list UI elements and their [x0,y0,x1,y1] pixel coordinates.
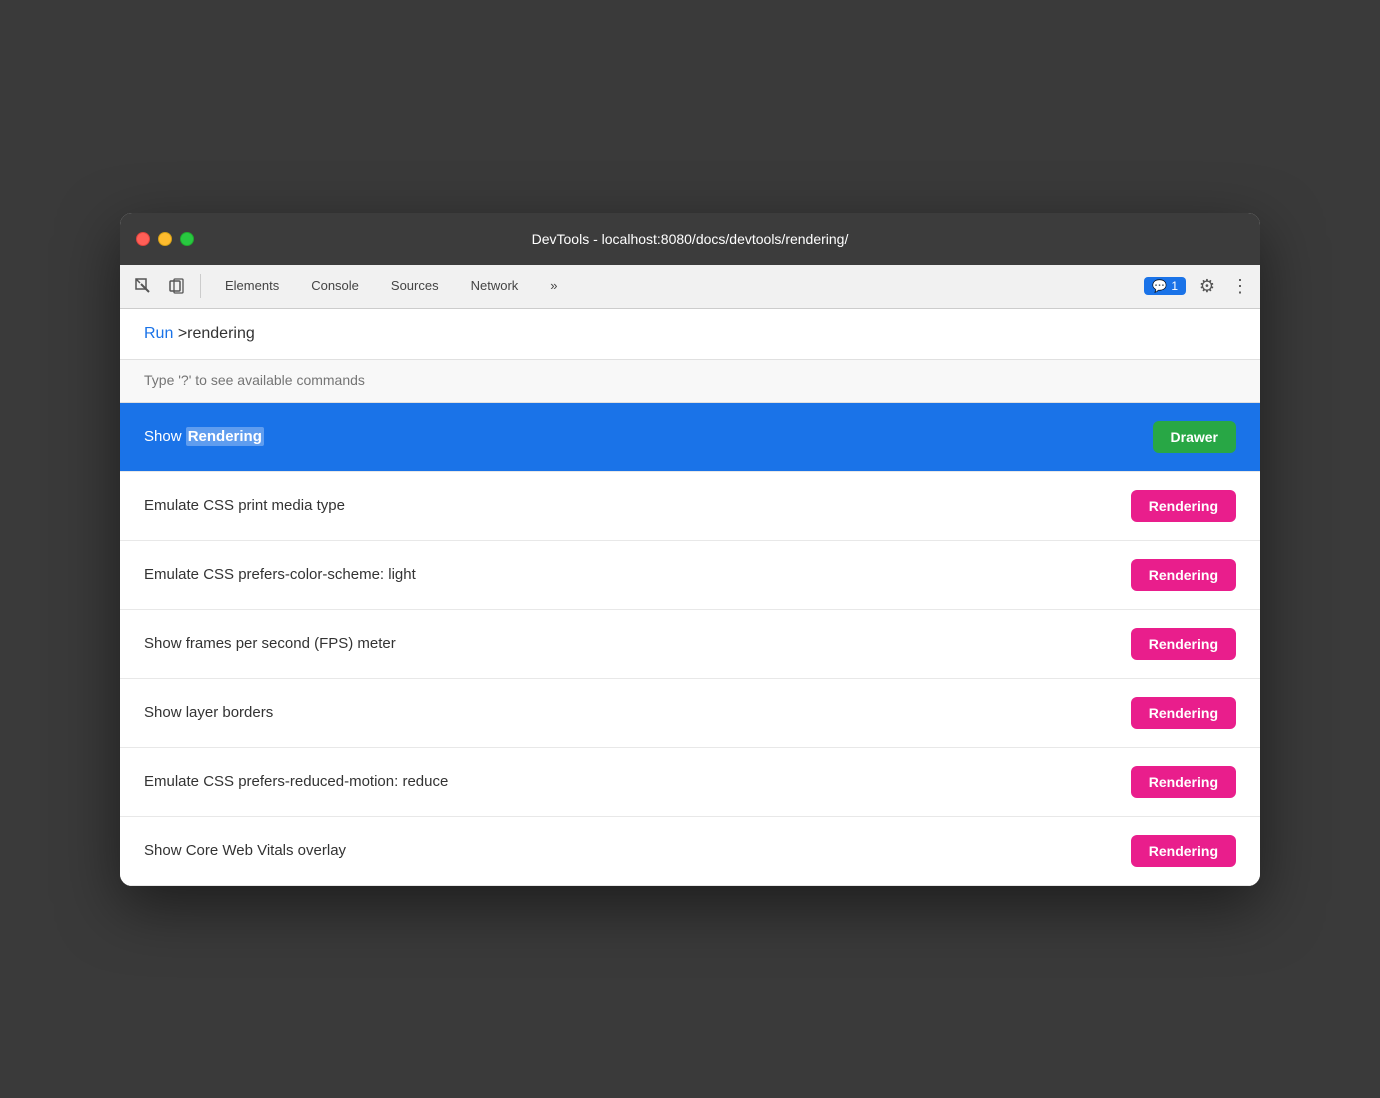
inspect-icon [135,278,151,294]
tab-console[interactable]: Console [295,264,375,308]
more-options-button[interactable]: ⋮ [1228,271,1252,301]
notification-badge[interactable]: 💬 1 [1144,277,1186,295]
command-item-layer-borders[interactable]: Show layer borders Rendering [120,679,1260,748]
notification-icon: 💬 [1152,279,1167,293]
window-title: DevTools - localhost:8080/docs/devtools/… [532,231,849,247]
settings-icon: ⚙ [1199,276,1215,297]
command-item-core-web-vitals[interactable]: Show Core Web Vitals overlay Rendering [120,817,1260,886]
tab-elements[interactable]: Elements [209,264,295,308]
command-item-show-rendering[interactable]: Show Rendering Drawer [120,403,1260,472]
toolbar-separator-1 [200,274,201,298]
device-icon [169,278,185,294]
tag-rendering-button-3[interactable]: Rendering [1131,628,1236,660]
command-list: Show Rendering Drawer Emulate CSS print … [120,403,1260,886]
devtools-window: DevTools - localhost:8080/docs/devtools/… [120,213,1260,886]
run-header: Run >rendering [120,309,1260,360]
tag-drawer-button[interactable]: Drawer [1153,421,1236,453]
minimize-button[interactable] [158,232,172,246]
command-text-fps-meter: Show frames per second (FPS) meter [144,635,396,652]
tag-rendering-button-5[interactable]: Rendering [1131,766,1236,798]
devtools-toolbar: Elements Console Sources Network » 💬 1 ⚙ [120,265,1260,309]
traffic-lights [136,232,194,246]
run-command: >rendering [178,325,255,342]
tag-rendering-button-2[interactable]: Rendering [1131,559,1236,591]
run-label: Run [144,325,173,342]
devtools-content: Run >rendering Show Rendering Drawer Emu… [120,309,1260,886]
tag-rendering-button-1[interactable]: Rendering [1131,490,1236,522]
tab-network[interactable]: Network [455,264,535,308]
tab-more[interactable]: » [534,264,573,308]
command-text-reduced-motion: Emulate CSS prefers-reduced-motion: redu… [144,773,448,790]
command-text-core-web-vitals: Show Core Web Vitals overlay [144,842,346,859]
command-text-emulate-print: Emulate CSS print media type [144,497,345,514]
command-text-layer-borders: Show layer borders [144,704,273,721]
close-button[interactable] [136,232,150,246]
more-options-icon: ⋮ [1231,276,1249,297]
maximize-button[interactable] [180,232,194,246]
command-item-emulate-print[interactable]: Emulate CSS print media type Rendering [120,472,1260,541]
command-search-input[interactable] [144,372,1236,388]
device-toolbar-button[interactable] [162,271,192,301]
inspect-element-button[interactable] [128,271,158,301]
toolbar-right: 💬 1 ⚙ ⋮ [1144,271,1252,301]
command-item-emulate-color-scheme[interactable]: Emulate CSS prefers-color-scheme: light … [120,541,1260,610]
command-text-show-rendering: Show Rendering [144,428,264,445]
tag-rendering-button-6[interactable]: Rendering [1131,835,1236,867]
command-item-reduced-motion[interactable]: Emulate CSS prefers-reduced-motion: redu… [120,748,1260,817]
command-text-emulate-color-scheme: Emulate CSS prefers-color-scheme: light [144,566,416,583]
tab-sources[interactable]: Sources [375,264,455,308]
search-bar [120,360,1260,403]
settings-button[interactable]: ⚙ [1192,271,1222,301]
toolbar-tabs: Elements Console Sources Network » [209,264,1140,308]
title-bar: DevTools - localhost:8080/docs/devtools/… [120,213,1260,265]
notification-count: 1 [1171,279,1178,293]
command-item-fps-meter[interactable]: Show frames per second (FPS) meter Rende… [120,610,1260,679]
tag-rendering-button-4[interactable]: Rendering [1131,697,1236,729]
command-highlight-rendering: Rendering [186,427,264,446]
